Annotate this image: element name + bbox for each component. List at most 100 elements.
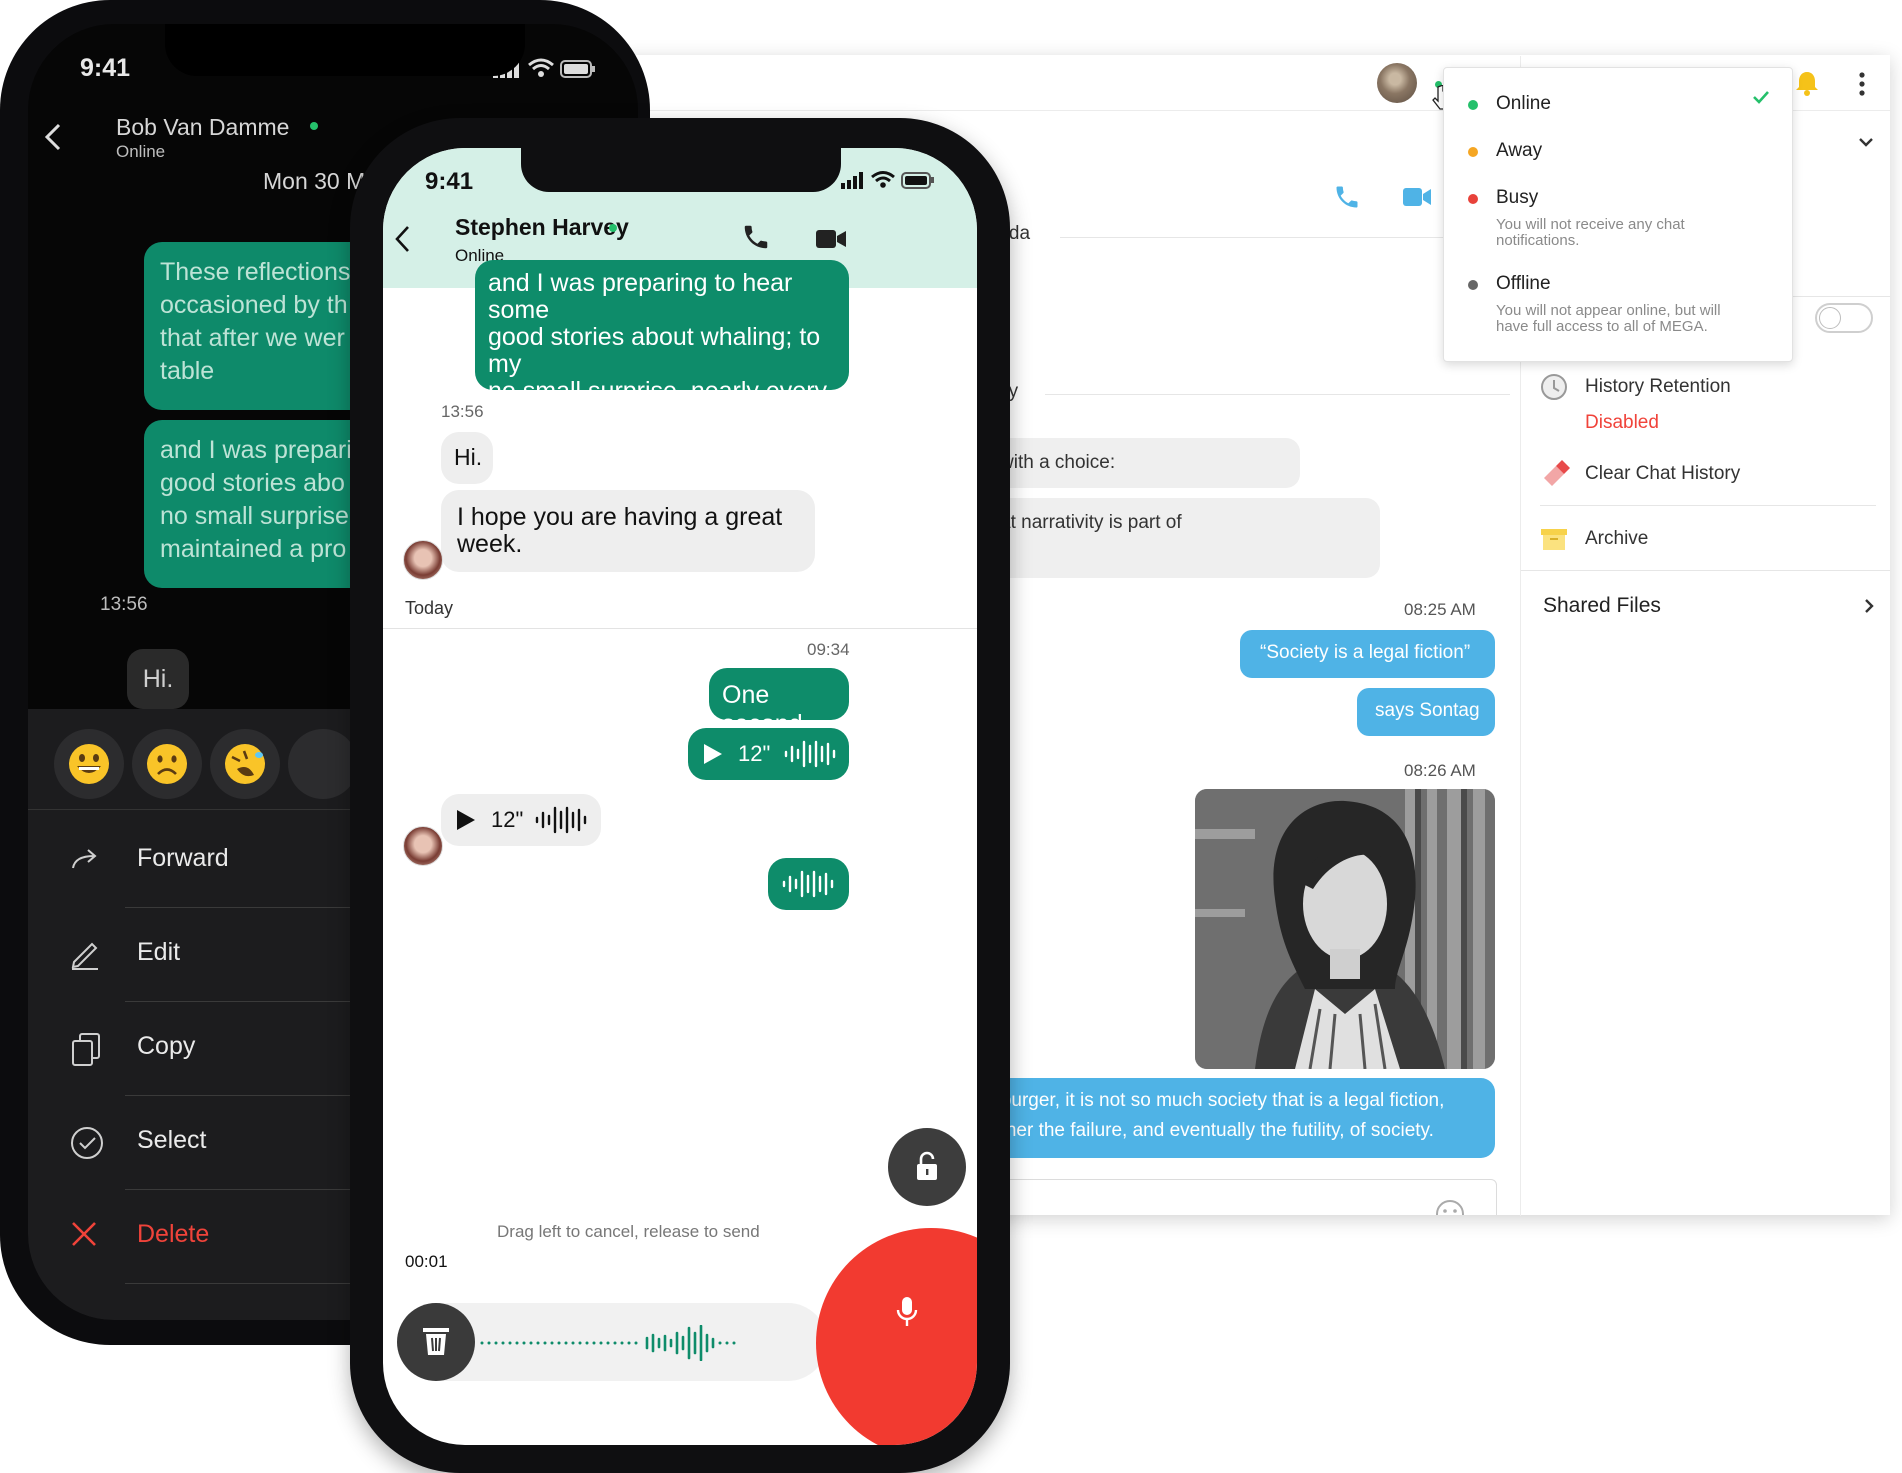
toggle-switch[interactable] <box>1815 303 1873 333</box>
discard-recording-button[interactable] <box>397 1303 475 1381</box>
reaction-grinning[interactable] <box>54 729 124 799</box>
frowning-emoji-icon <box>147 744 187 784</box>
portrait-image <box>1195 789 1495 1069</box>
message-text: “Society is a legal fiction” <box>1260 642 1471 663</box>
action-label: Forward <box>137 844 229 872</box>
action-label: Delete <box>137 1220 210 1248</box>
copy-icon <box>72 1033 100 1066</box>
back-arrow-icon[interactable] <box>43 122 63 152</box>
message-bubble[interactable]: I hope you are having a great week. <box>441 490 815 572</box>
action-label: Copy <box>137 1032 196 1060</box>
record-button[interactable] <box>816 1228 977 1445</box>
photo-message[interactable] <box>1195 789 1495 1069</box>
play-icon[interactable] <box>455 808 477 832</box>
message-bubble[interactable]: says Sontag <box>1357 688 1495 736</box>
action-label: Edit <box>137 938 181 966</box>
battery-icon <box>901 172 934 189</box>
video-camera-icon[interactable] <box>1402 186 1432 208</box>
status-description: You will not receive any chat notificati… <box>1496 216 1685 249</box>
more-vertical-icon[interactable] <box>1857 71 1867 97</box>
voice-message-recording[interactable] <box>768 858 849 910</box>
online-dot-icon <box>1468 100 1478 110</box>
phone-icon[interactable] <box>741 222 771 252</box>
message-bubble[interactable]: “Society is a legal fiction” <box>1240 630 1495 678</box>
status-label: Away <box>1496 140 1543 161</box>
message-text: ather the failure, and eventually the fu… <box>990 1120 1434 1141</box>
voice-message-incoming[interactable]: 12" <box>441 794 601 846</box>
status-label: Offline <box>1496 273 1551 294</box>
contact-status: Online <box>116 142 166 161</box>
phone-light: 9:41 Stephen Harvey Online and I was pre… <box>350 118 1010 1473</box>
message-text: says Sontag <box>1375 700 1480 721</box>
forward-icon <box>72 849 97 869</box>
away-dot-icon <box>1468 147 1478 157</box>
message-bubble[interactable]: One second <box>709 668 849 738</box>
status-time: 9:41 <box>80 54 131 82</box>
wifi-icon <box>871 171 895 188</box>
emoji-icon[interactable] <box>1435 1199 1465 1215</box>
reaction-rofl[interactable] <box>210 729 280 799</box>
clear-chat-history[interactable]: Clear Chat History <box>1585 463 1740 485</box>
message-bubble[interactable]: Hi. <box>441 432 493 484</box>
shared-files-label[interactable]: Shared Files <box>1543 594 1661 618</box>
message-bubble[interactable]: and I was preparing to hear some good st… <box>475 260 849 459</box>
timestamp: 09:34 <box>807 640 850 659</box>
message-text: mburger, it is not so much society that … <box>985 1090 1445 1111</box>
check-icon <box>1753 91 1769 104</box>
lock-recording-button[interactable] <box>888 1128 966 1206</box>
recording-hint: Drag left to cancel, release to send <box>497 1222 760 1241</box>
phone-icon[interactable] <box>1333 183 1361 211</box>
action-label: Select <box>137 1126 207 1154</box>
status-label: Busy <box>1496 187 1539 208</box>
microphone-icon <box>896 1297 918 1326</box>
avatar[interactable] <box>403 826 443 866</box>
history-retention-label[interactable]: History Retention <box>1585 376 1731 398</box>
timestamp: 13:56 <box>441 402 484 421</box>
chevron-right-icon[interactable] <box>1864 598 1874 614</box>
video-camera-icon[interactable] <box>815 228 847 250</box>
phone-notch <box>521 148 841 192</box>
battery-icon <box>560 60 595 78</box>
reaction-frowning[interactable] <box>132 729 202 799</box>
archive-label[interactable]: Archive <box>1585 528 1648 550</box>
history-retention-status: Disabled <box>1585 412 1659 433</box>
voice-message-outgoing[interactable]: 12" <box>688 728 849 780</box>
back-arrow-icon[interactable] <box>393 224 413 254</box>
voice-duration: 12" <box>491 807 524 832</box>
online-dot-icon <box>609 224 617 232</box>
message-bubble[interactable]: Hi. <box>127 649 189 709</box>
voice-duration: 12" <box>738 741 771 766</box>
timestamp: 08:25 AM <box>1404 600 1476 619</box>
divider <box>1045 394 1510 395</box>
signal-icon <box>841 172 863 189</box>
message-text: with a choice: <box>1000 452 1116 473</box>
chevron-down-icon[interactable] <box>1858 137 1874 147</box>
bell-icon[interactable] <box>1793 69 1821 97</box>
day-label: Today <box>405 598 454 618</box>
status-dropdown: Online Away Busy You will not receive an… <box>1443 67 1793 362</box>
date-label: Mon 30 M <box>263 168 366 194</box>
close-icon <box>72 1222 96 1246</box>
recording-timer: 00:01 <box>405 1252 448 1271</box>
timestamp: 08:26 AM <box>1404 761 1476 780</box>
avatar[interactable] <box>1377 63 1417 103</box>
contact-name[interactable]: Bob Van Damme <box>116 114 289 141</box>
trash-icon <box>423 1328 449 1355</box>
offline-dot-icon <box>1468 280 1478 290</box>
status-time: 9:41 <box>425 168 474 195</box>
status-description: You will not appear online, but will hav… <box>1496 302 1721 335</box>
timestamp: 13:56 <box>100 594 148 615</box>
eraser-icon <box>1544 460 1570 486</box>
grinning-emoji-icon <box>69 744 109 784</box>
phone-screen: 9:41 Stephen Harvey Online and I was pre… <box>383 148 977 1445</box>
contact-name[interactable]: Stephen Harvey <box>455 214 629 241</box>
message-text: at narrativity is part of <box>1000 512 1182 533</box>
play-icon[interactable] <box>702 742 724 766</box>
reaction-more[interactable] <box>288 729 358 799</box>
status-label: Online <box>1496 93 1551 114</box>
clock-icon <box>1541 374 1567 400</box>
wifi-icon <box>528 58 554 77</box>
waveform-icon <box>535 806 587 834</box>
archive-icon <box>1541 529 1567 550</box>
avatar[interactable] <box>403 540 443 580</box>
